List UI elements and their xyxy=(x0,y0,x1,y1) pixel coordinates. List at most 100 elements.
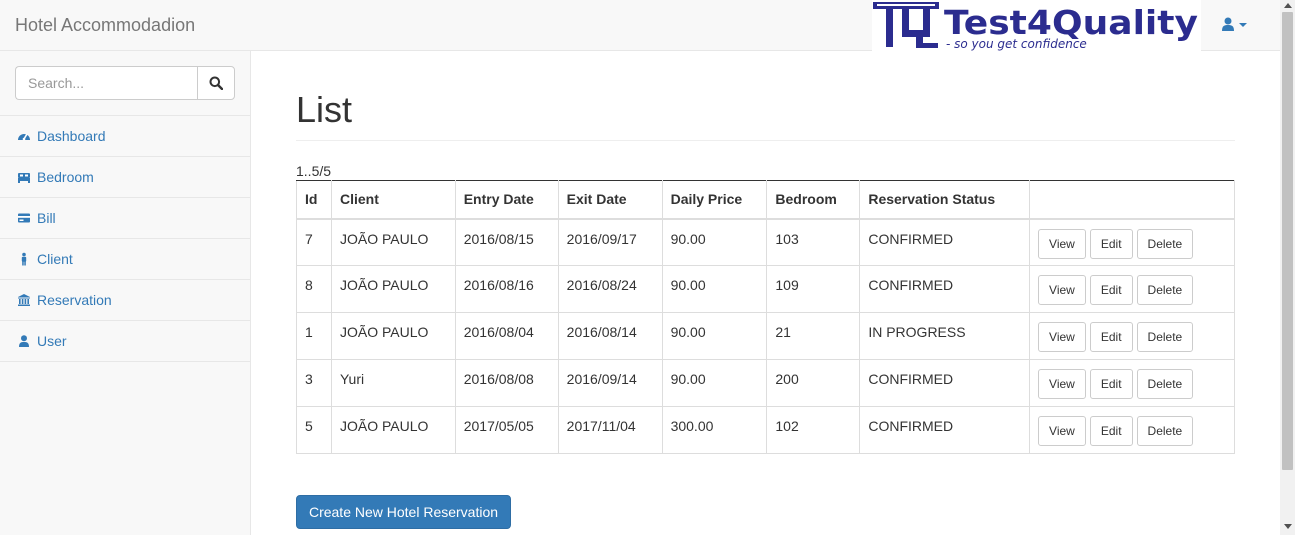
edit-button[interactable]: Edit xyxy=(1089,275,1133,305)
cell-entry-date: 2016/08/15 xyxy=(454,218,559,266)
cell-exit-date: 2016/08/24 xyxy=(557,265,663,313)
cell-bedroom: 200 xyxy=(766,359,861,407)
column-header-actions xyxy=(1029,180,1235,220)
sidebar-item-user[interactable]: User xyxy=(0,321,250,362)
cell-exit-date: 2016/09/14 xyxy=(557,359,663,407)
delete-button[interactable]: Delete xyxy=(1136,275,1194,305)
search-icon xyxy=(209,76,223,90)
search-button[interactable] xyxy=(197,66,235,100)
cell-reservation-status: CONFIRMED xyxy=(859,218,1031,266)
cell-daily-price: 300.00 xyxy=(661,406,768,454)
sidebar-item-reservation[interactable]: Reservation xyxy=(0,280,250,321)
cell-exit-date: 2017/11/04 xyxy=(557,406,663,454)
vertical-scrollbar[interactable] xyxy=(1280,0,1295,535)
cell-actions: View Edit Delete xyxy=(1029,265,1235,313)
scroll-thumb[interactable] xyxy=(1282,12,1293,470)
sidebar-item-label: Bill xyxy=(37,210,56,226)
cell-bedroom: 109 xyxy=(766,265,861,313)
delete-button[interactable]: Delete xyxy=(1136,322,1194,352)
cell-id: 1 xyxy=(296,312,332,360)
edit-button[interactable]: Edit xyxy=(1089,369,1133,399)
cell-exit-date: 2016/08/14 xyxy=(557,312,663,360)
cell-entry-date: 2016/08/04 xyxy=(454,312,559,360)
edit-button[interactable]: Edit xyxy=(1089,228,1133,259)
sidebar-item-dashboard[interactable]: Dashboard xyxy=(0,116,250,157)
user-icon xyxy=(1222,17,1234,31)
user-menu-toggle[interactable] xyxy=(1215,12,1255,38)
search-input[interactable] xyxy=(15,66,197,100)
create-reservation-button[interactable]: Create New Hotel Reservation xyxy=(296,495,511,529)
cell-client: JOÃO PAULO xyxy=(330,218,456,266)
cell-actions: View Edit Delete xyxy=(1029,406,1235,454)
delete-button[interactable]: Delete xyxy=(1136,416,1194,446)
cell-client: JOÃO PAULO xyxy=(330,265,456,313)
cell-exit-date: 2016/09/17 xyxy=(557,218,663,266)
scroll-down-arrow-icon[interactable] xyxy=(1284,524,1292,529)
cell-actions: View Edit Delete xyxy=(1029,359,1235,407)
cell-daily-price: 90.00 xyxy=(661,265,768,313)
cell-id: 8 xyxy=(296,265,332,313)
cell-bedroom: 102 xyxy=(766,406,861,454)
edit-button[interactable]: Edit xyxy=(1089,416,1133,446)
column-header-daily-price[interactable]: Daily Price xyxy=(661,180,768,220)
caret-down-icon xyxy=(1239,23,1247,27)
table-row: 3 Yuri 2016/08/08 2016/09/14 90.00 200 C… xyxy=(296,359,1235,407)
cell-client: JOÃO PAULO xyxy=(330,312,456,360)
scroll-up-arrow-icon[interactable] xyxy=(1284,3,1292,8)
view-button[interactable]: View xyxy=(1038,369,1086,399)
column-header-exit-date[interactable]: Exit Date xyxy=(557,180,663,220)
sidebar-item-label: Dashboard xyxy=(37,128,106,144)
reservations-table: Id Client Entry Date Exit Date Daily Pri… xyxy=(296,180,1235,454)
cell-daily-price: 90.00 xyxy=(661,218,768,266)
cell-reservation-status: CONFIRMED xyxy=(859,359,1031,407)
cell-daily-price: 90.00 xyxy=(661,312,768,360)
user-icon xyxy=(17,334,31,348)
person-icon xyxy=(17,252,31,266)
sidebar-nav: Dashboard Bedroom Bill Client Reservatio… xyxy=(0,115,250,362)
view-button[interactable]: View xyxy=(1038,416,1086,446)
cell-id: 3 xyxy=(296,359,332,407)
cell-actions: View Edit Delete xyxy=(1029,218,1235,266)
table-row: 5 JOÃO PAULO 2017/05/05 2017/11/04 300.0… xyxy=(296,406,1235,454)
table-row: 7 JOÃO PAULO 2016/08/15 2016/09/17 90.00… xyxy=(296,218,1235,266)
column-header-client[interactable]: Client xyxy=(330,180,456,220)
sidebar-item-bill[interactable]: Bill xyxy=(0,198,250,239)
sidebar: Dashboard Bedroom Bill Client Reservatio… xyxy=(0,51,251,535)
search-group xyxy=(15,66,235,100)
sidebar-item-label: Client xyxy=(37,251,73,267)
cell-bedroom: 103 xyxy=(766,218,861,266)
title-divider xyxy=(296,140,1235,141)
sidebar-item-client[interactable]: Client xyxy=(0,239,250,280)
cell-entry-date: 2017/05/05 xyxy=(454,406,559,454)
cell-actions: View Edit Delete xyxy=(1029,312,1235,360)
cell-entry-date: 2016/08/16 xyxy=(454,265,559,313)
delete-button[interactable]: Delete xyxy=(1136,369,1194,399)
view-button[interactable]: View xyxy=(1038,322,1086,352)
dashboard-icon xyxy=(17,129,31,143)
table-row: 1 JOÃO PAULO 2016/08/04 2016/08/14 90.00… xyxy=(296,312,1235,360)
cell-entry-date: 2016/08/08 xyxy=(454,359,559,407)
cell-daily-price: 90.00 xyxy=(661,359,768,407)
edit-button[interactable]: Edit xyxy=(1089,322,1133,352)
view-button[interactable]: View xyxy=(1038,275,1086,305)
logo-tagline: - so you get confidence xyxy=(946,37,1087,51)
cell-bedroom: 21 xyxy=(766,312,861,360)
cell-client: Yuri xyxy=(330,359,456,407)
column-header-bedroom[interactable]: Bedroom xyxy=(766,180,861,220)
pagination-info: 1..5/5 xyxy=(296,163,332,179)
column-header-id[interactable]: Id xyxy=(296,180,332,220)
table-header-row: Id Client Entry Date Exit Date Daily Pri… xyxy=(296,180,1235,220)
column-header-entry-date[interactable]: Entry Date xyxy=(454,180,559,220)
sidebar-item-label: User xyxy=(37,333,67,349)
bank-icon xyxy=(17,293,31,307)
sidebar-item-bedroom[interactable]: Bedroom xyxy=(0,157,250,198)
cell-reservation-status: IN PROGRESS xyxy=(859,312,1031,360)
test4quality-logo: Test4Quality - so you get confidence xyxy=(872,0,1201,51)
delete-button[interactable]: Delete xyxy=(1136,228,1194,259)
app-title[interactable]: Hotel Accommodadion xyxy=(15,15,195,35)
top-navbar: Hotel Accommodadion Test4Quality - so yo… xyxy=(0,0,1280,51)
cell-reservation-status: CONFIRMED xyxy=(859,265,1031,313)
page-title: List xyxy=(296,89,353,130)
column-header-reservation-status[interactable]: Reservation Status xyxy=(859,180,1031,220)
view-button[interactable]: View xyxy=(1038,228,1086,259)
